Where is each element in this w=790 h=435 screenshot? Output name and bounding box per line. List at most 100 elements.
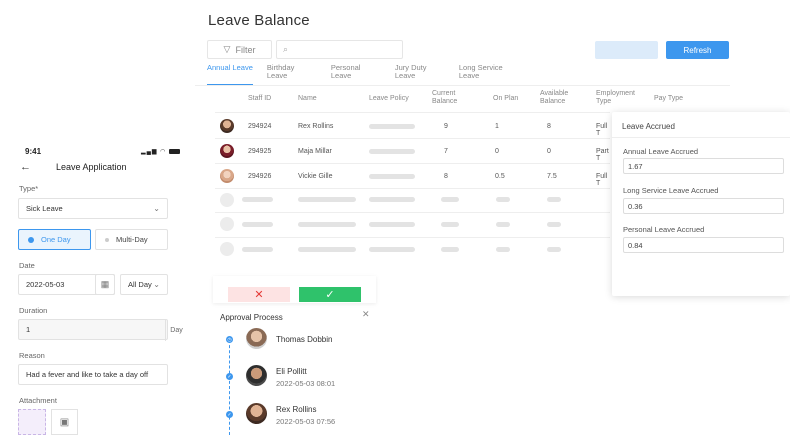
column-header-name[interactable]: Name: [298, 95, 317, 103]
staff-name: Vickie Gille: [298, 173, 333, 180]
reject-button[interactable]: ✕: [228, 287, 290, 302]
staff-name: Maja Millar: [298, 148, 332, 155]
staff-name: Rex Rollins: [298, 123, 334, 130]
close-icon[interactable]: ✕: [362, 309, 370, 320]
timeline-line: [229, 340, 230, 435]
on-plan: 0.5: [495, 173, 505, 180]
divider: [612, 137, 790, 138]
filter-icon: ▽: [223, 44, 231, 54]
search-box[interactable]: ⌕: [276, 40, 403, 59]
avatar: [220, 144, 234, 158]
approval-date: 2022-05-03 07:56: [276, 417, 336, 426]
staff-id: 294924: [248, 123, 272, 130]
day-part-select[interactable]: All Day ⌄: [120, 274, 168, 295]
one-day-option[interactable]: One Day: [18, 229, 91, 250]
duration-field[interactable]: 1 Day: [18, 319, 183, 341]
table-row[interactable]: 294924 Rex Rollins 9 1 8 Full T: [215, 114, 610, 138]
approve-button[interactable]: ✓: [299, 287, 361, 302]
duration-value: 1: [26, 325, 31, 334]
camera-icon[interactable]: ▣: [51, 409, 78, 435]
leave-type-value: Sick Leave: [26, 204, 63, 213]
search-input[interactable]: [292, 45, 393, 54]
table-row[interactable]: 294926 Vickie Gille 8 0.5 7.5 Full T: [215, 164, 610, 188]
radio-unselected-icon: [105, 237, 109, 242]
approver-name: Eli Pollitt: [276, 367, 307, 376]
long-service-accrued-field[interactable]: 0.36: [623, 198, 784, 214]
option-label: Multi-Day: [116, 235, 148, 244]
reason-value: Had a fever and like to take a day off: [26, 370, 149, 379]
table-row[interactable]: 294925 Maja Millar 7 0 0 Part T: [215, 139, 610, 163]
on-plan: 0: [495, 148, 499, 155]
column-header-available-balance[interactable]: Available Balance: [540, 90, 578, 106]
signal-icon: ▂▄▆: [141, 149, 158, 155]
approval-date: 2022-05-03 08:01: [276, 379, 336, 388]
approver-name: Rex Rollins: [276, 405, 317, 414]
column-header-on-plan[interactable]: On Plan: [493, 95, 518, 103]
wifi-icon: ◠: [160, 149, 167, 155]
attachment-label: Attachment: [19, 396, 57, 405]
annual-accrued-field[interactable]: 1.67: [623, 158, 784, 174]
status-time: 9:41: [25, 147, 42, 156]
avatar: [220, 169, 234, 183]
column-header-pay-type[interactable]: Pay Type: [654, 95, 683, 103]
avatar: [220, 119, 234, 133]
cross-icon: ✕: [254, 289, 264, 301]
search-icon: ⌕: [283, 44, 289, 54]
personal-accrued-field[interactable]: 0.84: [623, 237, 784, 253]
duration-unit: Day: [165, 320, 187, 341]
leave-type-select[interactable]: Sick Leave ⌄: [18, 198, 168, 219]
approver-name: Thomas Dobbin: [276, 335, 333, 344]
tab-birthday-leave[interactable]: Birthday Leave: [267, 64, 317, 86]
page-title: Leave Balance: [208, 12, 310, 29]
chevron-down-icon: ⌄: [153, 280, 160, 289]
option-label: One Day: [41, 235, 71, 244]
avatar: [246, 328, 267, 349]
attachment-thumbnail[interactable]: [18, 409, 46, 435]
column-header-staff-id[interactable]: Staff ID: [248, 95, 271, 103]
on-plan: 1: [495, 123, 499, 130]
back-arrow-icon[interactable]: ←: [20, 161, 31, 173]
reason-label: Reason: [19, 351, 45, 360]
secondary-button[interactable]: [595, 41, 658, 59]
duration-label: Duration: [19, 306, 48, 315]
approval-title: Approval Process: [220, 313, 283, 322]
check-icon: ✓: [325, 289, 335, 301]
employment-type: Full T: [596, 123, 608, 137]
avatar: [246, 403, 267, 424]
available-balance: 0: [547, 148, 551, 155]
date-label: Date: [19, 261, 35, 270]
annual-accrued-label: Annual Leave Accrued: [623, 147, 699, 156]
column-header-employment-type[interactable]: Employment Type: [596, 90, 642, 106]
skeleton-rows: [215, 189, 610, 261]
avatar: [246, 365, 267, 386]
filter-label: Filter: [235, 44, 256, 55]
tab-annual-leave[interactable]: Annual Leave: [207, 64, 253, 86]
chevron-down-icon: ⌄: [153, 204, 160, 213]
battery-icon: [169, 148, 181, 154]
employment-type: Part T: [596, 148, 609, 162]
radio-selected-icon: [28, 236, 34, 243]
check-circle-icon: ✓: [226, 411, 233, 418]
tab-jury-duty-leave[interactable]: Jury Duty Leave: [395, 64, 445, 86]
panel-title: Leave Accrued: [622, 122, 675, 131]
column-header-leave-policy[interactable]: Leave Policy: [369, 95, 409, 103]
current-balance: 7: [444, 148, 448, 155]
tab-long-service-leave[interactable]: Long Service Leave: [459, 64, 509, 86]
staff-id: 294925: [248, 148, 272, 155]
column-header-current-balance[interactable]: Current Balance: [432, 90, 468, 106]
clock-icon: ◷: [226, 336, 233, 343]
check-circle-icon: ✓: [226, 373, 233, 380]
long-service-accrued-label: Long Service Leave Accrued: [623, 186, 719, 195]
calendar-icon[interactable]: ▦: [95, 274, 115, 295]
refresh-button[interactable]: Refresh: [666, 41, 729, 59]
leave-policy-placeholder: [369, 149, 415, 154]
type-label: Type*: [19, 184, 39, 193]
leave-accrued-panel: Leave Accrued Annual Leave Accrued 1.67 …: [612, 112, 790, 296]
status-icons: ▂▄▆ ◠: [141, 148, 181, 155]
current-balance: 8: [444, 173, 448, 180]
reason-field[interactable]: Had a fever and like to take a day off: [18, 364, 168, 385]
multi-day-option[interactable]: Multi-Day: [95, 229, 168, 250]
filter-button[interactable]: ▽ Filter: [207, 40, 272, 59]
tab-personal-leave[interactable]: Personal Leave: [331, 64, 381, 86]
current-balance: 9: [444, 123, 448, 130]
